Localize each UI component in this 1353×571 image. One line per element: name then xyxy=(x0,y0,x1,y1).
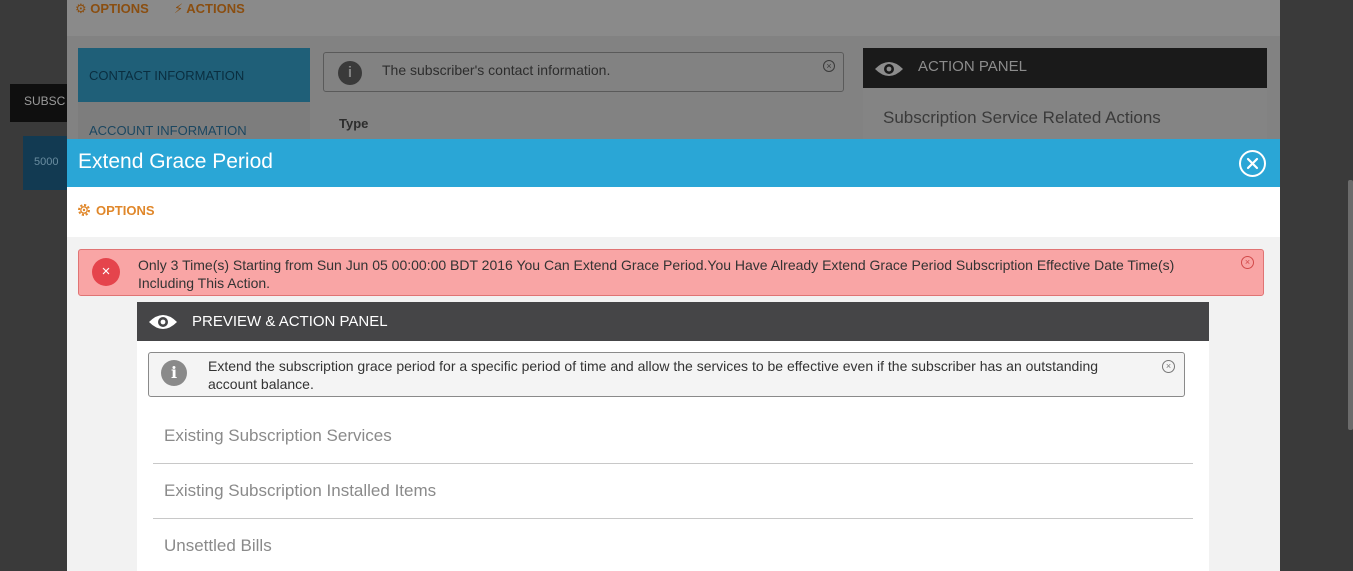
preview-info-text: Extend the subscription grace period for… xyxy=(208,358,1099,392)
info-icon: i xyxy=(161,360,187,386)
preview-info-alert: i Extend the subscription grace period f… xyxy=(148,352,1185,397)
modal-toolbar: OPTIONS xyxy=(67,187,1280,237)
modal-close-button[interactable] xyxy=(1239,150,1266,177)
background-nav-account-information: ACCOUNT INFORMATION xyxy=(89,123,247,138)
background-action-panel-header: ACTION PANEL xyxy=(863,48,1267,88)
gear-icon xyxy=(78,204,90,216)
background-type-label: Type xyxy=(339,116,369,131)
section-unsettled-bills[interactable]: Unsettled Bills xyxy=(153,519,1193,571)
background-info-text: The subscriber's contact information. xyxy=(382,62,611,78)
modal-header: Extend Grace Period xyxy=(67,139,1280,187)
eye-icon xyxy=(149,315,177,329)
background-actions-button: ⚡ ACTIONS xyxy=(174,1,245,16)
error-alert-close-button[interactable]: × xyxy=(1241,256,1254,269)
error-alert: × Only 3 Time(s) Starting from Sun Jun 0… xyxy=(78,249,1264,296)
info-icon: i xyxy=(338,61,362,85)
close-icon xyxy=(1246,157,1259,170)
background-options-button: ⚙ OPTIONS xyxy=(75,1,149,16)
background-info-alert: i The subscriber's contact information. … xyxy=(323,52,844,92)
preview-info-close-button[interactable]: × xyxy=(1162,360,1175,373)
section-label: Unsettled Bills xyxy=(164,536,272,555)
gear-icon: ⚙ xyxy=(75,1,87,16)
background-action-panel-title: ACTION PANEL xyxy=(918,58,1027,75)
background-subscriber-tile: 5000 xyxy=(23,136,67,190)
section-existing-subscription-installed-items[interactable]: Existing Subscription Installed Items xyxy=(153,464,1193,519)
background-right-area xyxy=(1280,0,1353,571)
background-scrollbar xyxy=(1348,180,1353,430)
extend-grace-period-modal: Extend Grace Period OPTIONS × Only 3 Tim… xyxy=(67,139,1280,571)
close-icon: × xyxy=(823,60,835,72)
modal-title: Extend Grace Period xyxy=(78,150,273,173)
error-x-icon: × xyxy=(92,258,120,286)
section-existing-subscription-services[interactable]: Existing Subscription Services xyxy=(153,409,1193,464)
preview-panel-header: PREVIEW & ACTION PANEL xyxy=(137,302,1209,341)
background-action-panel-subtitle: Subscription Service Related Actions xyxy=(883,108,1161,127)
lightning-icon: ⚡ xyxy=(174,1,184,16)
eye-icon xyxy=(875,62,903,76)
background-subscription-tab: SUBSC xyxy=(10,84,67,122)
preview-action-panel: PREVIEW & ACTION PANEL i Extend the subs… xyxy=(137,302,1209,571)
background-toolbar: ⚙ OPTIONS ⚡ ACTIONS xyxy=(67,0,1280,36)
options-label: OPTIONS xyxy=(96,202,155,218)
preview-panel-title: PREVIEW & ACTION PANEL xyxy=(192,313,388,330)
section-label: Existing Subscription Services xyxy=(164,426,392,445)
background-nav-contact-information: CONTACT INFORMATION xyxy=(78,48,310,102)
section-label: Existing Subscription Installed Items xyxy=(164,481,437,500)
error-alert-text: Only 3 Time(s) Starting from Sun Jun 05 … xyxy=(138,257,1175,291)
options-button[interactable]: OPTIONS xyxy=(76,202,155,218)
